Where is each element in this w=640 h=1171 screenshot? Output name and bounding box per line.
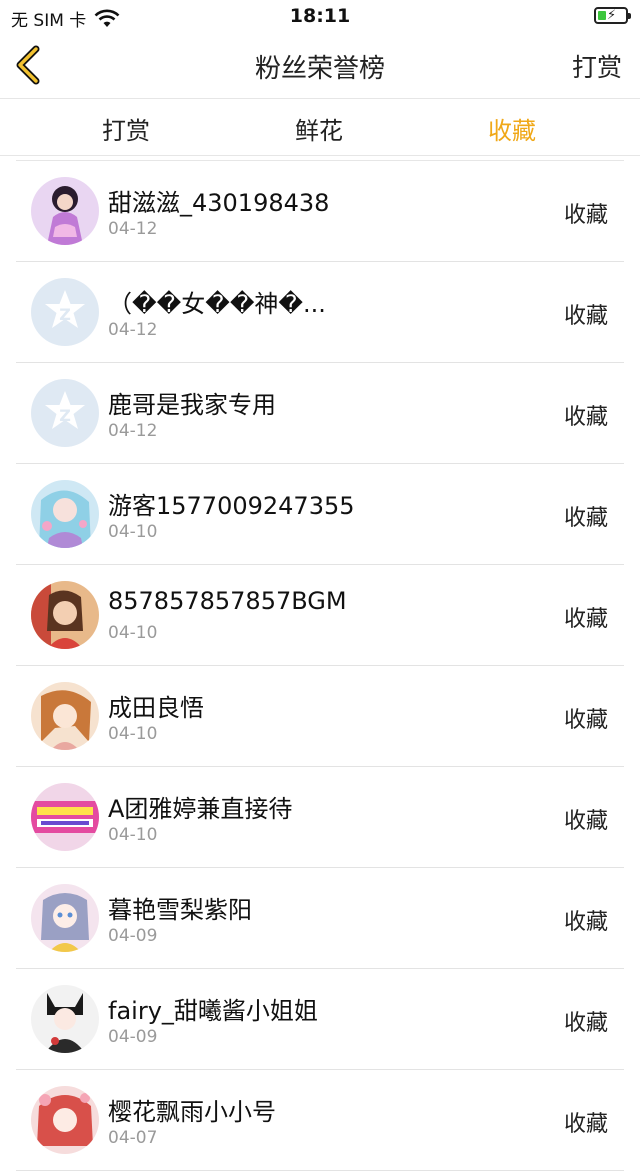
avatar: [31, 1086, 99, 1154]
avatar: Z: [31, 278, 99, 346]
favorite-label: 收藏: [563, 506, 608, 531]
date-label: 04-12: [108, 320, 158, 340]
user-name: fairy_甜曦酱小姐姐: [108, 997, 318, 1025]
list-item[interactable]: Z （��女��神�... 04-12 收藏: [16, 262, 624, 363]
user-name: 游客1577009247355: [108, 492, 355, 520]
list-item[interactable]: 樱花飘雨小小号 04-07 收藏: [16, 1070, 624, 1171]
user-name: 鹿哥是我家专用: [108, 391, 276, 419]
list-item[interactable]: 甜滋滋_430198438 04-12 收藏: [16, 161, 624, 262]
nav-bar: 粉丝荣誉榜 打赏: [0, 34, 640, 99]
user-name: A团雅婷兼直接待: [108, 795, 293, 823]
avatar: Z: [31, 379, 99, 447]
user-name: 857857857857BGM: [108, 587, 347, 615]
user-name: （��女��神�...: [108, 290, 326, 318]
avatar: [31, 884, 99, 952]
favorite-label: 收藏: [563, 304, 608, 329]
avatar: [31, 581, 99, 649]
avatar: [31, 682, 99, 750]
date-label: 04-12: [108, 421, 158, 441]
user-name: 樱花飘雨小小号: [108, 1098, 276, 1126]
date-label: 04-10: [108, 623, 158, 643]
tab-flowers[interactable]: 鲜花: [259, 111, 379, 146]
status-bar: 无 SIM 卡 18:11 ⚡: [0, 0, 640, 34]
favorite-label: 收藏: [563, 708, 608, 733]
list-item[interactable]: fairy_甜曦酱小姐姐 04-09 收藏: [16, 969, 624, 1070]
tab-bar: 打赏 鲜花 收藏: [0, 99, 640, 156]
date-label: 04-09: [108, 926, 158, 946]
favorite-label: 收藏: [563, 809, 608, 834]
list-item[interactable]: 暮艳雪梨紫阳 04-09 收藏: [16, 868, 624, 969]
favorite-label: 收藏: [563, 1112, 608, 1137]
list-item[interactable]: Z 鹿哥是我家专用 04-12 收藏: [16, 363, 624, 464]
user-name: 甜滋滋_430198438: [108, 189, 330, 217]
fan-list: 甜滋滋_430198438 04-12 收藏 Z （��女��神�... 04-…: [16, 160, 624, 1171]
list-item[interactable]: A团雅婷兼直接待 04-10 收藏: [16, 767, 624, 868]
avatar: [31, 480, 99, 548]
date-label: 04-07: [108, 1128, 158, 1148]
favorite-label: 收藏: [563, 910, 608, 935]
battery-icon: ⚡: [594, 7, 631, 24]
reward-button[interactable]: 打赏: [572, 48, 622, 84]
status-time: 18:11: [289, 5, 351, 27]
tab-reward[interactable]: 打赏: [66, 111, 186, 146]
favorite-label: 收藏: [563, 405, 608, 430]
date-label: 04-10: [108, 522, 158, 542]
tab-favorites[interactable]: 收藏: [452, 111, 572, 146]
user-name: 成田良悟: [108, 694, 204, 722]
list-item[interactable]: 游客1577009247355 04-10 收藏: [16, 464, 624, 565]
favorite-label: 收藏: [563, 1011, 608, 1036]
list-item[interactable]: 成田良悟 04-10 收藏: [16, 666, 624, 767]
avatar: [31, 985, 99, 1053]
list-item[interactable]: 857857857857BGM 04-10 收藏: [16, 565, 624, 666]
page-title: 粉丝荣誉榜: [254, 54, 385, 84]
favorite-label: 收藏: [563, 203, 608, 228]
date-label: 04-12: [108, 219, 158, 239]
date-label: 04-10: [108, 724, 158, 744]
date-label: 04-10: [108, 825, 158, 845]
date-label: 04-09: [108, 1027, 158, 1047]
svg-text:Z: Z: [59, 305, 71, 324]
user-name: 暮艳雪梨紫阳: [108, 896, 252, 924]
favorite-label: 收藏: [563, 607, 608, 632]
avatar: [31, 783, 99, 851]
svg-text:Z: Z: [59, 406, 71, 425]
avatar: [31, 177, 99, 245]
